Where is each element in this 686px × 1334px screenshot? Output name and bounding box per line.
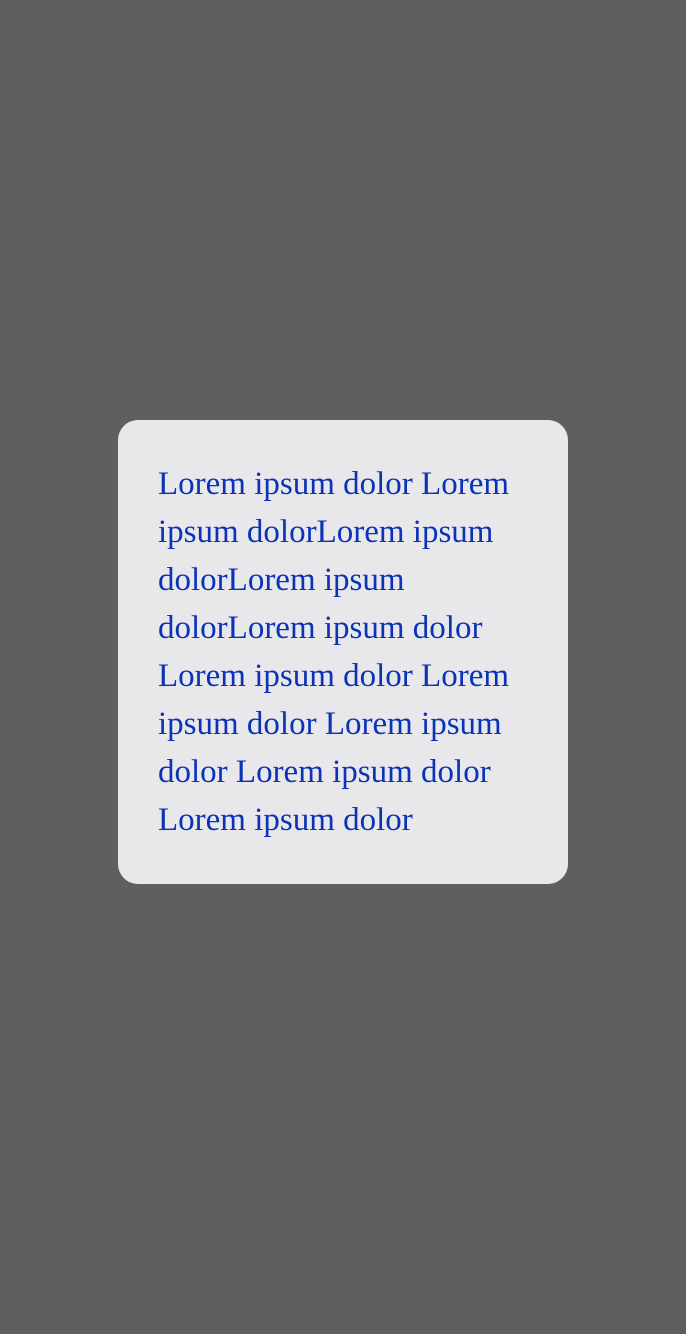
message-line: dolorLorem ipsum — [158, 562, 405, 598]
message-line: ipsum dolor Lorem ipsum — [158, 706, 502, 742]
message-line: Lorem ipsum dolor — [158, 802, 413, 838]
message-line: Lorem ipsum dolor Lorem — [158, 466, 510, 502]
message-line: ipsum dolorLorem ipsum — [158, 514, 494, 550]
message-line: dolor Lorem ipsum dolor — [158, 754, 491, 790]
message-line: dolorLorem ipsum dolor — [158, 610, 483, 646]
modal-dialog: Lorem ipsum dolor Lorem ipsum dolorLorem… — [118, 420, 568, 884]
message-line: Lorem ipsum dolor Lorem — [158, 658, 510, 694]
modal-message: Lorem ipsum dolor Lorem ipsum dolorLorem… — [158, 460, 528, 844]
